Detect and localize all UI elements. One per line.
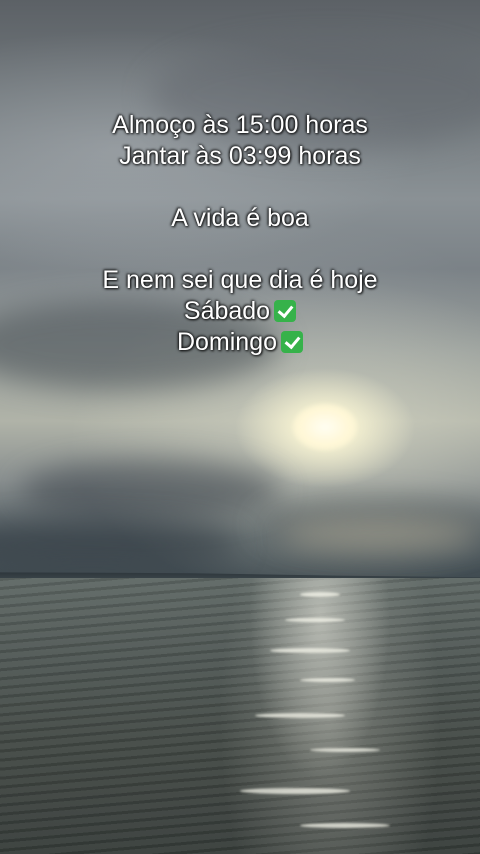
sun-reflection (300, 678, 355, 682)
sunday-label: Domingo (176, 328, 278, 356)
caption-line-day: E nem sei que dia é hoje (102, 266, 378, 294)
caption-overlay: Almoço às 15:00 horas Jantar às 03:99 ho… (0, 110, 480, 358)
cloud (0, 520, 240, 570)
caption-line-life: A vida é boa (171, 204, 309, 232)
sun-reflection (255, 713, 345, 718)
caption-line-dinner: Jantar às 03:99 horas (119, 142, 361, 170)
sun-reflection (310, 748, 380, 752)
video-frame: Almoço às 15:00 horas Jantar às 03:99 ho… (0, 0, 480, 854)
water-surface (0, 578, 480, 854)
check-mark-button-icon (281, 331, 304, 353)
sun-reflection (285, 618, 345, 622)
sun-reflection (300, 592, 340, 597)
sun (293, 404, 357, 450)
caption-line-lunch: Almoço às 15:00 horas (112, 111, 368, 139)
sun-reflection (240, 788, 350, 794)
caption-line-saturday: Sábado (0, 296, 480, 327)
cloud (20, 460, 280, 520)
caption-line-sunday: Domingo (0, 327, 480, 358)
saturday-label: Sábado (183, 297, 271, 325)
sun-reflection (300, 823, 390, 828)
sun-reflection (270, 648, 350, 653)
cloud (280, 520, 480, 550)
check-mark-button-icon (274, 300, 297, 322)
